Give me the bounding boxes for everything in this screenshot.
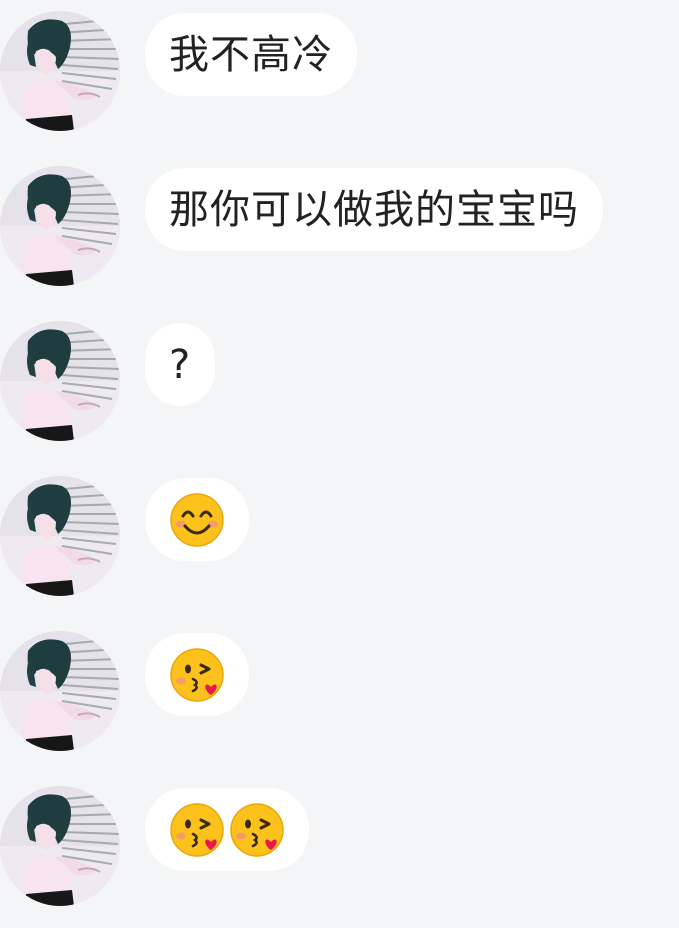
message-bubble[interactable]: 我不高冷	[145, 13, 357, 96]
smiling-face-with-smiling-eyes-icon	[169, 492, 225, 548]
avatar-image	[0, 321, 120, 441]
message-bubble[interactable]	[145, 788, 309, 871]
message-bubble[interactable]	[145, 478, 249, 561]
message-text: ?	[169, 341, 192, 388]
avatar[interactable]	[0, 166, 120, 286]
avatar-image	[0, 166, 120, 286]
message-row	[0, 476, 679, 606]
avatar[interactable]	[0, 786, 120, 906]
avatar-image	[0, 476, 120, 596]
avatar[interactable]	[0, 321, 120, 441]
message-text: 那你可以做我的宝宝吗	[169, 186, 579, 233]
message-row: ?	[0, 321, 679, 451]
avatar[interactable]	[0, 631, 120, 751]
avatar[interactable]	[0, 11, 120, 131]
message-row: 那你可以做我的宝宝吗	[0, 166, 679, 296]
message-bubble[interactable]: ?	[145, 323, 216, 406]
face-blowing-kiss-icon	[169, 647, 225, 703]
message-bubble[interactable]	[145, 633, 249, 716]
message-row	[0, 631, 679, 761]
avatar-image	[0, 631, 120, 751]
message-row: 我不高冷	[0, 11, 679, 141]
face-blowing-kiss-icon	[169, 802, 225, 858]
avatar[interactable]	[0, 476, 120, 596]
message-row	[0, 786, 679, 916]
avatar-image	[0, 11, 120, 131]
avatar-image	[0, 786, 120, 906]
message-bubble[interactable]: 那你可以做我的宝宝吗	[145, 168, 603, 251]
face-blowing-kiss-icon	[229, 802, 285, 858]
message-text: 我不高冷	[169, 31, 333, 78]
